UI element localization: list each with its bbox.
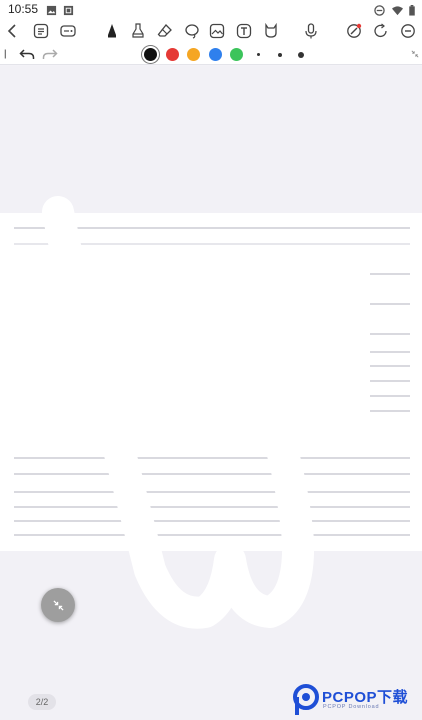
page-indicator[interactable]: 2/2 [28, 694, 56, 710]
collapse-toolbar-button[interactable] [41, 588, 75, 622]
watermark-subtitle: PCPOP Download [323, 704, 380, 710]
watermark-logo: PCPOP下载 PCPOP Download [292, 682, 420, 716]
shrink-icon [52, 599, 64, 611]
pcpop-logo-icon [293, 684, 319, 715]
